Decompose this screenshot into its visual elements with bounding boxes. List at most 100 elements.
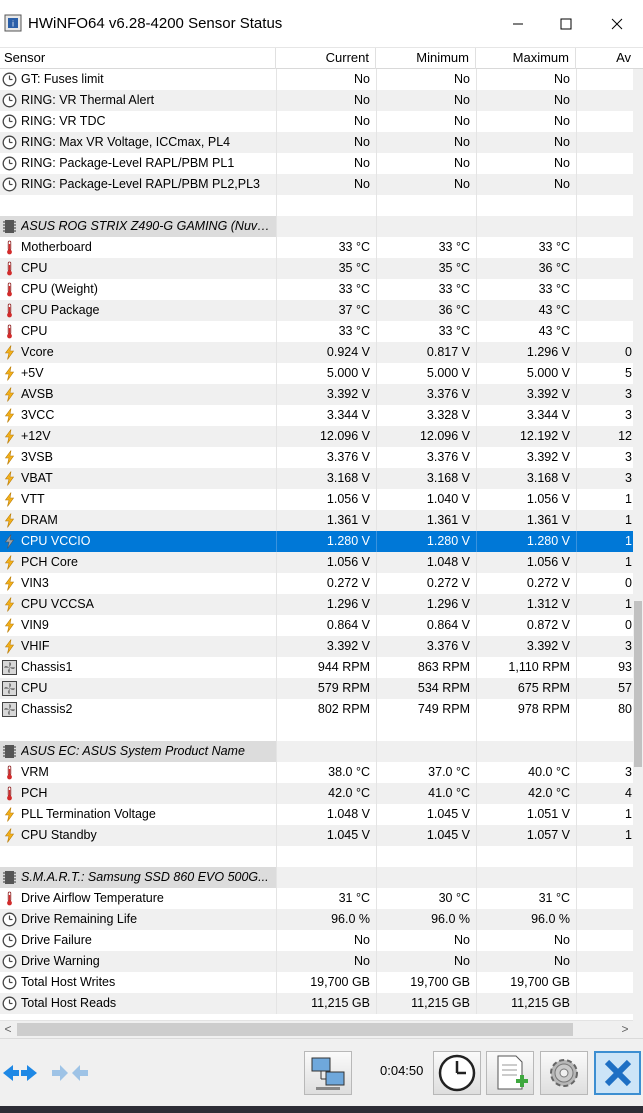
sensor-row[interactable]: VRM 38.0 °C 37.0 °C 40.0 °C 3 bbox=[0, 762, 633, 783]
elapsed-time: 0:04:50 bbox=[380, 1063, 424, 1078]
sensor-row[interactable]: CPU 579 RPM 534 RPM 675 RPM 57 bbox=[0, 678, 633, 699]
maximum-value: 33 °C bbox=[476, 237, 576, 258]
current-value: 12.096 V bbox=[276, 426, 376, 447]
sensor-row[interactable]: AVSB 3.392 V 3.376 V 3.392 V3 bbox=[0, 384, 633, 405]
sensor-list[interactable]: GT: Fuses limit No No No RING: VR Thermal Al… bbox=[0, 69, 633, 1020]
header-current[interactable]: Current bbox=[276, 48, 376, 69]
sensor-row[interactable]: 3VSB 3.376 V 3.376 V 3.392 V3 bbox=[0, 447, 633, 468]
logging-button[interactable] bbox=[486, 1051, 534, 1095]
sensor-group-header[interactable]: S.M.A.R.T.: Samsung SSD 860 EVO 500G... bbox=[0, 867, 633, 888]
sensor-row[interactable]: Vcore 0.924 V 0.817 V 1.296 V0 bbox=[0, 342, 633, 363]
sensor-row[interactable]: CPU VCCIO 1.280 V 1.280 V 1.280 V1 bbox=[0, 531, 633, 552]
average-value bbox=[576, 300, 633, 321]
sensor-row[interactable]: CPU 35 °C 35 °C 36 °C bbox=[0, 258, 633, 279]
average-value bbox=[576, 993, 633, 1014]
minimum-value: No bbox=[376, 951, 476, 972]
sensor-row[interactable]: Drive Airflow Temperature 31 °C 30 °C 31 °C bbox=[0, 888, 633, 909]
sensor-row[interactable]: DRAM 1.361 V 1.361 V 1.361 V1 bbox=[0, 510, 633, 531]
current-value: 3.168 V bbox=[276, 468, 376, 489]
header-sensor[interactable]: Sensor bbox=[0, 48, 276, 69]
maximum-value: No bbox=[476, 951, 576, 972]
sensor-label: PCH bbox=[21, 786, 48, 800]
sensor-row[interactable]: RING: Package-Level RAPL/PBM PL1 No No No bbox=[0, 153, 633, 174]
minimize-button[interactable] bbox=[495, 0, 541, 47]
scroll-right-arrow[interactable]: > bbox=[617, 1021, 633, 1038]
sensor-row[interactable]: CPU VCCSA 1.296 V 1.296 V 1.312 V1 bbox=[0, 594, 633, 615]
sensor-row[interactable]: VHIF 3.392 V 3.376 V 3.392 V3 bbox=[0, 636, 633, 657]
current-value: 96.0 % bbox=[276, 909, 376, 930]
sensor-row[interactable]: +12V 12.096 V 12.096 V 12.192 V 12 bbox=[0, 426, 633, 447]
sensor-label: +12V bbox=[21, 429, 51, 443]
sensor-row[interactable]: GT: Fuses limit No No No bbox=[0, 69, 633, 90]
sensor-row[interactable]: Total Host Reads 11,215 GB 11,215 GB 11,215… bbox=[0, 993, 633, 1014]
sensor-row[interactable]: VTT 1.056 V 1.040 V 1.056 V1 bbox=[0, 489, 633, 510]
close-window-button[interactable] bbox=[594, 0, 640, 47]
sensor-row[interactable]: VIN3 0.272 V 0.272 V 0.272 V0 bbox=[0, 573, 633, 594]
maximum-value: 1.280 V bbox=[476, 531, 576, 552]
empty-cell bbox=[376, 720, 476, 741]
sensor-row[interactable]: Total Host Writes 19,700 GB 19,700 GB 19,70… bbox=[0, 972, 633, 993]
sensor-row[interactable]: 3VCC 3.344 V 3.328 V 3.344 V3 bbox=[0, 405, 633, 426]
sensor-label: 3VSB bbox=[21, 450, 53, 464]
current-value bbox=[276, 741, 376, 762]
sensor-row[interactable]: CPU Standby 1.045 V 1.045 V 1.057 V1 bbox=[0, 825, 633, 846]
sensor-row[interactable]: CPU (Weight) 33 °C 33 °C 33 °C bbox=[0, 279, 633, 300]
sensor-row[interactable]: RING: Max VR Voltage, ICCmax, PL4 No No No bbox=[0, 132, 633, 153]
maximum-value: 1,110 RPM bbox=[476, 657, 576, 678]
average-value: 3 bbox=[576, 384, 633, 405]
horizontal-scroll-thumb[interactable] bbox=[17, 1023, 573, 1036]
minimum-value: 1.296 V bbox=[376, 594, 476, 615]
sensor-row[interactable]: PCH 42.0 °C 41.0 °C 42.0 °C 4 bbox=[0, 783, 633, 804]
network-button[interactable] bbox=[304, 1051, 352, 1095]
compact-mode-button[interactable] bbox=[48, 1051, 92, 1095]
maximum-value: 33 °C bbox=[476, 279, 576, 300]
voltage-bolt-icon bbox=[2, 408, 17, 423]
scroll-left-arrow[interactable]: < bbox=[0, 1021, 16, 1038]
sensor-row[interactable]: CPU Package 37 °C 36 °C 43 °C bbox=[0, 300, 633, 321]
close-sensors-button[interactable] bbox=[594, 1051, 641, 1095]
sensor-label: 3VCC bbox=[21, 408, 55, 422]
sensor-row[interactable]: RING: VR TDC No No No bbox=[0, 111, 633, 132]
header-maximum[interactable]: Maximum bbox=[476, 48, 576, 69]
sensor-row[interactable]: CPU 33 °C 33 °C 43 °C bbox=[0, 321, 633, 342]
sensor-label: CPU VCCSA bbox=[21, 597, 94, 611]
sensor-row[interactable]: Drive Failure No No No bbox=[0, 930, 633, 951]
sensor-label: CPU Package bbox=[21, 303, 100, 317]
maximum-value: 19,700 GB bbox=[476, 972, 576, 993]
prev-next-button[interactable] bbox=[0, 1051, 40, 1095]
settings-button[interactable] bbox=[540, 1051, 588, 1095]
sensor-row[interactable]: +5V 5.000 V 5.000 V 5.000 V5 bbox=[0, 363, 633, 384]
horizontal-scrollbar[interactable]: < > bbox=[0, 1020, 633, 1038]
empty-cell bbox=[376, 846, 476, 867]
sensor-row[interactable]: Motherboard 33 °C 33 °C 33 °C bbox=[0, 237, 633, 258]
clock-icon bbox=[438, 1054, 476, 1092]
average-value: 3 bbox=[576, 762, 633, 783]
sensor-row[interactable]: VIN9 0.864 V 0.864 V 0.872 V0 bbox=[0, 615, 633, 636]
sensor-group-header[interactable]: ASUS EC: ASUS System Product Name bbox=[0, 741, 633, 762]
sensor-row[interactable]: Chassis2 802 RPM 749 RPM 978 RPM 80 bbox=[0, 699, 633, 720]
vertical-scrollbar[interactable] bbox=[633, 69, 643, 1020]
sensor-group-header[interactable]: ASUS ROG STRIX Z490-G GAMING (Nuvot... bbox=[0, 216, 633, 237]
sensor-row[interactable]: Chassis1 944 RPM 863 RPM 1,110 RPM 93 bbox=[0, 657, 633, 678]
sensor-row[interactable]: PLL Termination Voltage 1.048 V 1.045 V 1.0… bbox=[0, 804, 633, 825]
sensor-row[interactable]: PCH Core 1.056 V 1.048 V 1.056 V1 bbox=[0, 552, 633, 573]
maximize-button[interactable] bbox=[543, 0, 589, 47]
header-minimum[interactable]: Minimum bbox=[376, 48, 476, 69]
sensor-row[interactable]: VBAT 3.168 V 3.168 V 3.168 V3 bbox=[0, 468, 633, 489]
sensor-row[interactable]: RING: VR Thermal Alert No No No bbox=[0, 90, 633, 111]
maximum-value: 42.0 °C bbox=[476, 783, 576, 804]
vertical-scroll-thumb[interactable] bbox=[634, 601, 642, 767]
average-value bbox=[576, 69, 633, 90]
maximum-value: 1.056 V bbox=[476, 552, 576, 573]
maximum-value: 3.168 V bbox=[476, 468, 576, 489]
sensor-row[interactable]: Drive Remaining Life 96.0 % 96.0 % 96.0 % bbox=[0, 909, 633, 930]
minimum-value: 33 °C bbox=[376, 237, 476, 258]
header-average[interactable]: Av bbox=[576, 48, 633, 69]
sensor-row[interactable]: Drive Warning No No No bbox=[0, 951, 633, 972]
maximum-value: 1.312 V bbox=[476, 594, 576, 615]
app-icon: i bbox=[4, 14, 22, 32]
reset-timer-button[interactable] bbox=[433, 1051, 481, 1095]
status-clock-icon bbox=[2, 996, 17, 1011]
sensor-row[interactable]: RING: Package-Level RAPL/PBM PL2,PL3 No No… bbox=[0, 174, 633, 195]
current-value: No bbox=[276, 153, 376, 174]
